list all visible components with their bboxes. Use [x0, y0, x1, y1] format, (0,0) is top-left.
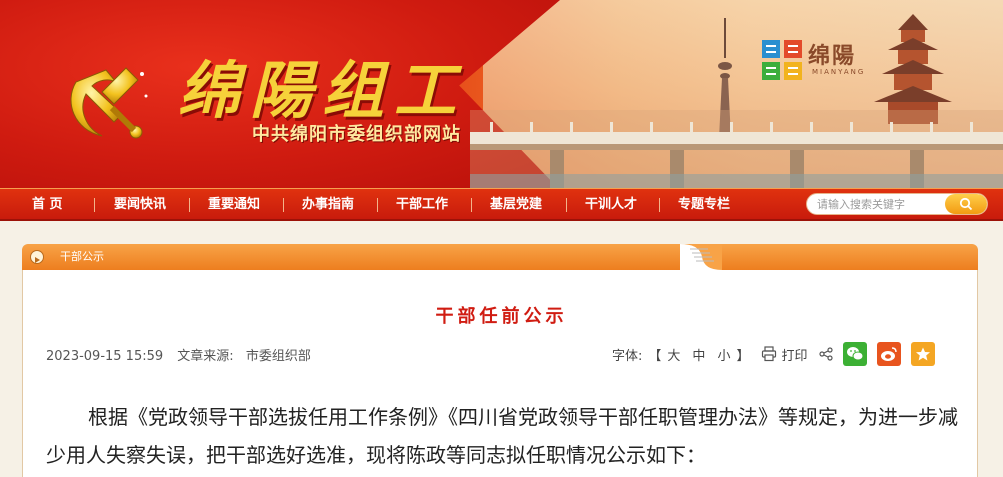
search-button[interactable]: [945, 194, 987, 214]
font-size-small[interactable]: 小: [717, 345, 730, 364]
print-label: 打印: [781, 348, 808, 364]
breadcrumb-notch-decoration: [680, 244, 722, 270]
article-source: 市委组织部: [245, 349, 311, 364]
share-icon: [819, 347, 834, 361]
weibo-icon: [881, 347, 898, 361]
nav-item-home[interactable]: 首 页: [32, 189, 63, 220]
print-button[interactable]: 打印: [761, 345, 807, 364]
city-logo-mark-icon: [762, 40, 802, 80]
article-title: 干部任前公示: [435, 306, 568, 327]
share-button[interactable]: [819, 347, 834, 361]
breadcrumb: 干部公示: [22, 244, 978, 270]
article-body-paragraph: 根据《党政领导干部选拔任用工作条例》《四川省党政领导干部任职管理办法》等规定，为…: [46, 405, 958, 467]
nav-item-news[interactable]: 要闻快讯: [114, 189, 166, 220]
nav-separator: [189, 198, 190, 212]
search-input[interactable]: [817, 194, 947, 214]
article-date: 2023-09-15 15:59: [46, 349, 164, 364]
nav-item-notices[interactable]: 重要通知: [208, 189, 260, 220]
site-title: 绵陽组工: [178, 54, 467, 127]
nav-separator: [471, 198, 472, 212]
wechat-share-button[interactable]: [843, 342, 868, 366]
breadcrumb-notch: [680, 244, 722, 270]
pagoda-illustration: [874, 14, 952, 124]
nav-item-training-talent[interactable]: 干训人才: [585, 189, 637, 220]
article-meta: 2023-09-15 15:59 文章来源: 市委组织部: [46, 345, 321, 364]
nav-separator: [566, 198, 567, 212]
city-logo-en-text: MIANYANG: [812, 68, 866, 76]
font-size-large[interactable]: 大: [667, 345, 680, 364]
city-logo-text: 绵陽: [808, 43, 857, 69]
star-icon: [916, 347, 931, 361]
nav-separator: [94, 198, 95, 212]
party-emblem-icon: [70, 67, 148, 139]
favorite-button[interactable]: [911, 342, 936, 366]
nav-item-service-guide[interactable]: 办事指南: [302, 189, 354, 220]
bracket-open: 【: [648, 348, 662, 364]
breadcrumb-bar-left: [22, 244, 680, 270]
nav-separator: [377, 198, 378, 212]
nav-item-cadre-work[interactable]: 干部工作: [396, 189, 448, 220]
article-source-label: 文章来源:: [177, 349, 234, 364]
wechat-icon: [847, 347, 864, 361]
font-size-medium[interactable]: 中: [692, 345, 705, 364]
font-size-label: 字体:: [612, 348, 643, 364]
nav-item-grassroots[interactable]: 基层党建: [490, 189, 542, 220]
nav-separator: [283, 198, 284, 212]
bridge-illustration: [470, 110, 1003, 190]
breadcrumb-current[interactable]: 干部公示: [60, 244, 104, 270]
nav-item-special-topics[interactable]: 专题专栏: [678, 189, 730, 220]
printer-icon: [762, 346, 777, 362]
site-subtitle: 中共绵阳市委组织部网站: [252, 124, 461, 145]
weibo-share-button[interactable]: [877, 342, 902, 366]
site-banner: 绵陽组工 中共绵阳市委组织部网站 绵陽 MIANYANG: [0, 0, 1003, 190]
search-box: [806, 193, 988, 215]
search-icon: [959, 197, 973, 211]
bracket-close: 】: [736, 348, 750, 364]
article-tools: 字体: 【 大 中 小 】 打印: [612, 341, 936, 367]
breadcrumb-bar-right: [722, 244, 978, 270]
breadcrumb-arrow-icon: [30, 250, 44, 264]
nav-separator: [659, 198, 660, 212]
